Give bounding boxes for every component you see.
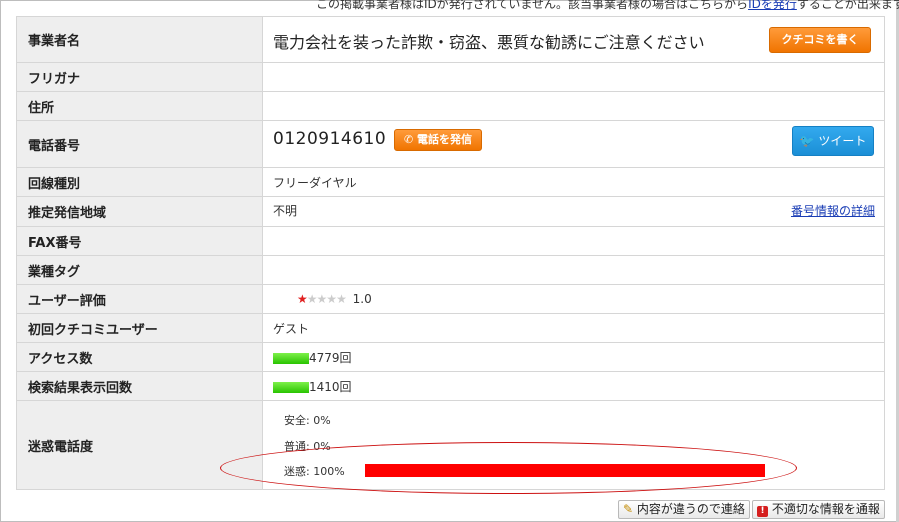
call-button[interactable]: ✆ 電話を発信 [394,129,482,151]
highlight-ellipse [220,442,797,494]
note-text: この掲載事業者様はIDが発行されていません。該当事業者様の場合はこちらから [316,0,749,11]
id-issue-note: この掲載事業者様はIDが発行されていません。該当事業者様の場合はこちらからIDを… [316,0,899,12]
label-business-name: 事業者名 [16,16,263,63]
industry-tag-value [262,255,885,285]
label-search-count: 検索結果表示回数 [16,371,263,401]
rating-value: 1.0 [352,292,372,306]
first-user-value: ゲスト [262,313,885,343]
business-name-value: 電力会社を装った詐欺・窃盗、悪質な勧誘にご注意ください [273,33,705,52]
label-address: 住所 [16,91,263,121]
report-incorrect-button[interactable]: ✎ 内容が違うので連絡 [618,500,750,519]
furigana-value [262,62,885,92]
business-info-table: 事業者名 電力会社を装った詐欺・窃盗、悪質な勧誘にご注意ください クチコミを書く… [16,16,885,490]
region-value: 不明 [273,204,298,218]
phone-icon: ✆ [403,133,414,146]
write-review-button[interactable]: クチコミを書く [769,27,871,53]
row-first-user: 初回クチコミユーザー ゲスト [16,313,885,343]
row-business-name: 事業者名 電力会社を装った詐欺・窃盗、悪質な勧誘にご注意ください クチコミを書く [16,16,885,63]
search-count-bar [273,381,309,393]
label-rating: ユーザー評価 [16,284,263,314]
row-address: 住所 [16,91,885,121]
phone-number: 0120914610 [273,129,387,149]
line-type-value: フリーダイヤル [262,167,885,197]
report-inappropriate-label: 不適切な情報を通報 [771,502,880,516]
row-line-type: 回線種別 フリーダイヤル [16,167,885,197]
label-line-type: 回線種別 [16,167,263,197]
rating-stars: ★★★★★ [297,292,347,306]
row-phone: 電話番号 0120914610 ✆ 電話を発信 🐦 ツイート [16,120,885,168]
access-bar [273,352,309,364]
row-furigana: フリガナ [16,62,885,92]
fax-value [262,226,885,256]
report-inappropriate-button[interactable]: ! 不適切な情報を通報 [752,500,885,519]
safe-level-text: 安全: 0% [284,414,331,427]
alert-icon: ! [757,506,768,517]
note-text-end: することが出来ます。 [796,0,899,11]
label-phone: 電話番号 [16,120,263,168]
label-nuisance: 迷惑電話度 [16,400,263,490]
tweet-button[interactable]: 🐦 ツイート [792,126,874,156]
star-filled-icon: ★ [297,292,308,306]
tweet-button-label: ツイート [818,134,867,148]
row-rating: ユーザー評価 ★★★★★ 1.0 [16,284,885,314]
row-search-count: 検索結果表示回数 1410回 [16,371,885,401]
row-access: アクセス数 4779回 [16,342,885,372]
pencil-icon: ✎ [623,502,634,516]
address-value [262,91,885,121]
number-detail-link[interactable]: 番号情報の詳細 [791,197,875,226]
issue-id-link[interactable]: IDを発行 [748,0,797,11]
star-empty-icon: ★ [326,292,337,306]
search-count-value: 1410回 [309,379,352,394]
row-fax: FAX番号 [16,226,885,256]
star-empty-icon: ★ [316,292,328,306]
label-access: アクセス数 [16,342,263,372]
star-empty-icon: ★ [306,292,318,306]
label-furigana: フリガナ [16,62,263,92]
row-industry-tag: 業種タグ [16,255,885,285]
label-industry-tag: 業種タグ [16,255,263,285]
report-incorrect-label: 内容が違うので連絡 [636,502,745,516]
access-value: 4779回 [309,350,352,365]
label-region: 推定発信地域 [16,196,263,227]
label-first-user: 初回クチコミユーザー [16,313,263,343]
star-empty-icon: ★ [336,292,347,306]
row-region: 推定発信地域 不明 番号情報の詳細 [16,196,885,227]
twitter-bird-icon: 🐦 [799,134,815,148]
label-fax: FAX番号 [16,226,263,256]
call-button-label: 電話を発信 [417,133,473,146]
